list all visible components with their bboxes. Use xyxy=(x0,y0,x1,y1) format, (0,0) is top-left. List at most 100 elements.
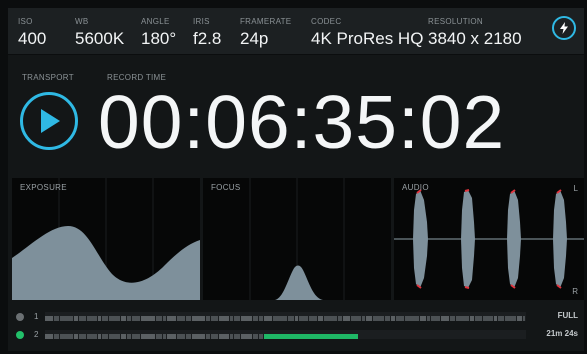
white-balance-setting[interactable]: WB 5600K xyxy=(75,17,124,48)
active-clip-segment xyxy=(264,334,358,339)
recorded-clip-segment xyxy=(156,334,162,339)
slot-2-remaining-time: 21m 24s xyxy=(546,329,578,338)
recorded-clip-segment xyxy=(295,316,298,321)
recorded-clip-segment xyxy=(211,334,218,339)
shutter-angle-value: 180° xyxy=(141,29,177,48)
recorded-clip-segment xyxy=(121,334,126,339)
recorded-clip-segment xyxy=(167,334,176,339)
recorded-clip-segment xyxy=(273,316,287,321)
recorded-clip-segment xyxy=(163,316,166,321)
slot-2-indicator xyxy=(16,331,24,339)
recorded-clip-segment xyxy=(396,316,404,321)
recorded-clip-segment xyxy=(102,334,108,339)
recorded-clip-segment xyxy=(109,316,120,321)
recorded-clip-segment xyxy=(54,316,59,321)
recorded-clip-segment xyxy=(264,316,272,321)
iso-label: ISO xyxy=(18,17,33,26)
recorded-clip-segment xyxy=(456,316,469,321)
recorded-clip-segment xyxy=(79,334,86,339)
resolution-value: 3840 x 2180 xyxy=(428,29,522,48)
framerate-label: FRAMERATE xyxy=(240,17,292,26)
framerate-value: 24p xyxy=(240,29,269,48)
slot-1-indicator xyxy=(16,313,24,321)
recorded-clip-segment xyxy=(74,334,78,339)
recorded-clip-segment xyxy=(420,316,426,321)
recorded-clip-segment xyxy=(186,334,191,339)
power-button[interactable] xyxy=(552,16,576,40)
record-timecode: 00:06:35:02 xyxy=(98,80,506,164)
audio-label: AUDIO xyxy=(402,183,429,192)
recorded-clip-segment xyxy=(517,316,522,321)
recorded-clip-segment xyxy=(60,316,73,321)
audio-left-channel-label: L xyxy=(573,184,578,193)
recorded-clip-segment xyxy=(98,316,101,321)
recorded-clip-segment xyxy=(309,316,317,321)
recorded-clip-segment xyxy=(373,316,384,321)
card-slot-2[interactable]: 2 21m 24s xyxy=(8,328,584,342)
recorded-clip-segment xyxy=(177,316,185,321)
recorded-clip-segment xyxy=(163,334,166,339)
resolution-setting[interactable]: RESOLUTION 3840 x 2180 xyxy=(428,17,522,48)
audio-meter-panel[interactable]: AUDIO L R xyxy=(394,178,584,300)
recorded-clip-segment xyxy=(219,334,229,339)
recorded-clip-segment xyxy=(60,334,73,339)
slot-2-number: 2 xyxy=(34,330,39,339)
slot-1-status: FULL xyxy=(557,311,578,320)
recorded-clip-segment xyxy=(141,316,155,321)
play-button[interactable] xyxy=(20,92,78,150)
recorded-clip-segment xyxy=(431,316,440,321)
iris-label: IRIS xyxy=(193,17,210,26)
recorded-clip-segment xyxy=(206,316,210,321)
recorded-clip-segment xyxy=(259,334,263,339)
audio-right-channel-label: R xyxy=(572,287,578,296)
focus-label: FOCUS xyxy=(211,183,241,192)
recorded-clip-segment xyxy=(241,334,252,339)
recorded-clip-segment xyxy=(427,316,430,321)
white-balance-value: 5600K xyxy=(75,29,125,48)
shutter-angle-label: ANGLE xyxy=(141,17,170,26)
recorded-clip-segment xyxy=(234,316,240,321)
recorded-clip-segment xyxy=(288,316,294,321)
recorded-clip-segment xyxy=(102,316,108,321)
card-slot-1[interactable]: 1 FULL xyxy=(8,310,584,324)
recorded-clip-segment xyxy=(127,334,131,339)
recorded-clip-segment xyxy=(186,316,191,321)
codec-value: 4K ProRes HQ xyxy=(311,29,424,48)
focus-graph xyxy=(249,178,345,300)
recorded-clip-segment xyxy=(441,316,449,321)
recorded-clip-segment xyxy=(391,316,395,321)
recorded-clip-segment xyxy=(141,334,155,339)
recorded-clip-segment xyxy=(192,316,205,321)
recorded-clip-segment xyxy=(385,316,390,321)
recorded-clip-segment xyxy=(132,334,140,339)
codec-label: CODEC xyxy=(311,17,342,26)
iso-value: 400 xyxy=(18,29,47,48)
framerate-setting[interactable]: FRAMERATE 24p xyxy=(240,17,291,48)
slot-1-capacity-bar xyxy=(45,312,526,321)
recorded-clip-segment xyxy=(79,316,86,321)
recorded-clip-segment xyxy=(87,334,97,339)
recorded-clip-segment xyxy=(45,316,53,321)
recorded-clip-segment xyxy=(475,316,482,321)
exposure-histogram-panel[interactable]: EXPOSURE xyxy=(12,178,200,300)
recorded-clip-segment xyxy=(192,334,205,339)
recorded-clip-segment xyxy=(505,316,516,321)
exposure-label: EXPOSURE xyxy=(20,183,67,192)
recorded-clip-segment xyxy=(211,316,218,321)
slot-2-capacity-segments xyxy=(45,334,358,339)
status-bar: ISO 400 WB 5600K ANGLE 180° IRIS f2.8 FR… xyxy=(8,8,584,55)
recorded-clip-segment xyxy=(483,316,493,321)
recorded-clip-segment xyxy=(177,334,185,339)
recorded-clip-segment xyxy=(132,316,140,321)
iso-setting[interactable]: ISO 400 xyxy=(18,17,46,48)
recorded-clip-segment xyxy=(318,316,323,321)
shutter-angle-setting[interactable]: ANGLE 180° xyxy=(141,17,176,48)
recorded-clip-segment xyxy=(366,316,372,321)
recorded-clip-segment xyxy=(253,316,258,321)
recorded-clip-segment xyxy=(299,316,308,321)
white-balance-label: WB xyxy=(75,17,89,26)
recorded-clip-segment xyxy=(405,316,419,321)
focus-graph-panel[interactable]: FOCUS xyxy=(203,178,391,300)
codec-setting[interactable]: CODEC 4K ProRes HQ xyxy=(311,17,423,48)
iris-setting[interactable]: IRIS f2.8 xyxy=(193,17,221,48)
